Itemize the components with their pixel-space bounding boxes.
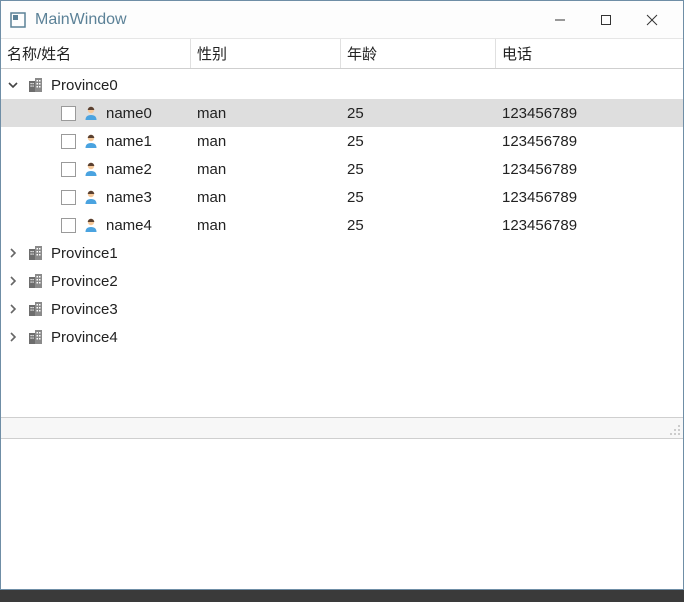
chevron-right-icon[interactable] (5, 245, 21, 261)
maximize-button[interactable] (583, 5, 629, 35)
tree-item-label: Province0 (51, 77, 118, 94)
titlebar[interactable]: MainWindow (1, 1, 683, 39)
person-name: name4 (106, 217, 152, 234)
person-sex: man (197, 189, 226, 206)
close-button[interactable] (629, 5, 675, 35)
tree-item-province[interactable]: Province0 (1, 71, 683, 99)
size-grip[interactable] (667, 422, 681, 436)
tree-item-person[interactable]: name3 man 25 123456789 (1, 183, 683, 211)
checkbox[interactable] (61, 106, 76, 121)
person-age: 25 (347, 217, 364, 234)
tree-item-person[interactable]: name0 man 25 123456789 (1, 99, 683, 127)
tree-body[interactable]: Province0 name0 man 25 123456789 name1 man 25 12… (1, 69, 683, 417)
app-icon (9, 11, 27, 29)
building-icon (27, 272, 45, 290)
window-title: MainWindow (35, 11, 127, 29)
person-icon (82, 160, 100, 178)
content-area: 名称/姓名 性别 年龄 电话 Province0 name0 man 25 123456… (1, 39, 683, 589)
building-icon (27, 300, 45, 318)
person-name: name2 (106, 161, 152, 178)
tree-item-province[interactable]: Province1 (1, 239, 683, 267)
person-sex: man (197, 161, 226, 178)
tree-item-label: Province2 (51, 273, 118, 290)
person-age: 25 (347, 189, 364, 206)
column-header-sex[interactable]: 性别 (191, 39, 341, 68)
building-icon (27, 244, 45, 262)
checkbox[interactable] (61, 190, 76, 205)
checkbox[interactable] (61, 162, 76, 177)
column-header-phone[interactable]: 电话 (496, 39, 683, 68)
person-icon (82, 216, 100, 234)
person-phone: 123456789 (502, 133, 577, 150)
tree-item-province[interactable]: Province4 (1, 323, 683, 351)
tree-item-person[interactable]: name1 man 25 123456789 (1, 127, 683, 155)
chevron-down-icon[interactable] (5, 77, 21, 93)
person-name: name3 (106, 189, 152, 206)
column-header-age[interactable]: 年龄 (341, 39, 496, 68)
person-sex: man (197, 105, 226, 122)
tree-item-person[interactable]: name4 man 25 123456789 (1, 211, 683, 239)
tree-item-label: Province4 (51, 329, 118, 346)
tree-item-person[interactable]: name2 man 25 123456789 (1, 155, 683, 183)
chevron-right-icon[interactable] (5, 301, 21, 317)
tree-item-label: Province1 (51, 245, 118, 262)
building-icon (27, 76, 45, 94)
person-icon (82, 188, 100, 206)
person-age: 25 (347, 105, 364, 122)
person-sex: man (197, 217, 226, 234)
person-icon (82, 104, 100, 122)
tree-item-province[interactable]: Province3 (1, 295, 683, 323)
person-sex: man (197, 133, 226, 150)
person-name: name1 (106, 133, 152, 150)
page-edge (0, 590, 684, 602)
tree-item-label: Province3 (51, 301, 118, 318)
person-phone: 123456789 (502, 105, 577, 122)
tree-item-province[interactable]: Province2 (1, 267, 683, 295)
checkbox[interactable] (61, 218, 76, 233)
tree-header: 名称/姓名 性别 年龄 电话 (1, 39, 683, 69)
person-phone: 123456789 (502, 161, 577, 178)
person-phone: 123456789 (502, 217, 577, 234)
person-age: 25 (347, 161, 364, 178)
empty-area (1, 439, 683, 589)
person-icon (82, 132, 100, 150)
building-icon (27, 328, 45, 346)
person-phone: 123456789 (502, 189, 577, 206)
chevron-right-icon[interactable] (5, 273, 21, 289)
column-header-name[interactable]: 名称/姓名 (1, 39, 191, 68)
main-window: MainWindow 名称/姓名 性别 年龄 电话 Province0 name0… (0, 0, 684, 590)
person-name: name0 (106, 105, 152, 122)
checkbox[interactable] (61, 134, 76, 149)
minimize-button[interactable] (537, 5, 583, 35)
person-age: 25 (347, 133, 364, 150)
chevron-right-icon[interactable] (5, 329, 21, 345)
status-bar (1, 417, 683, 439)
